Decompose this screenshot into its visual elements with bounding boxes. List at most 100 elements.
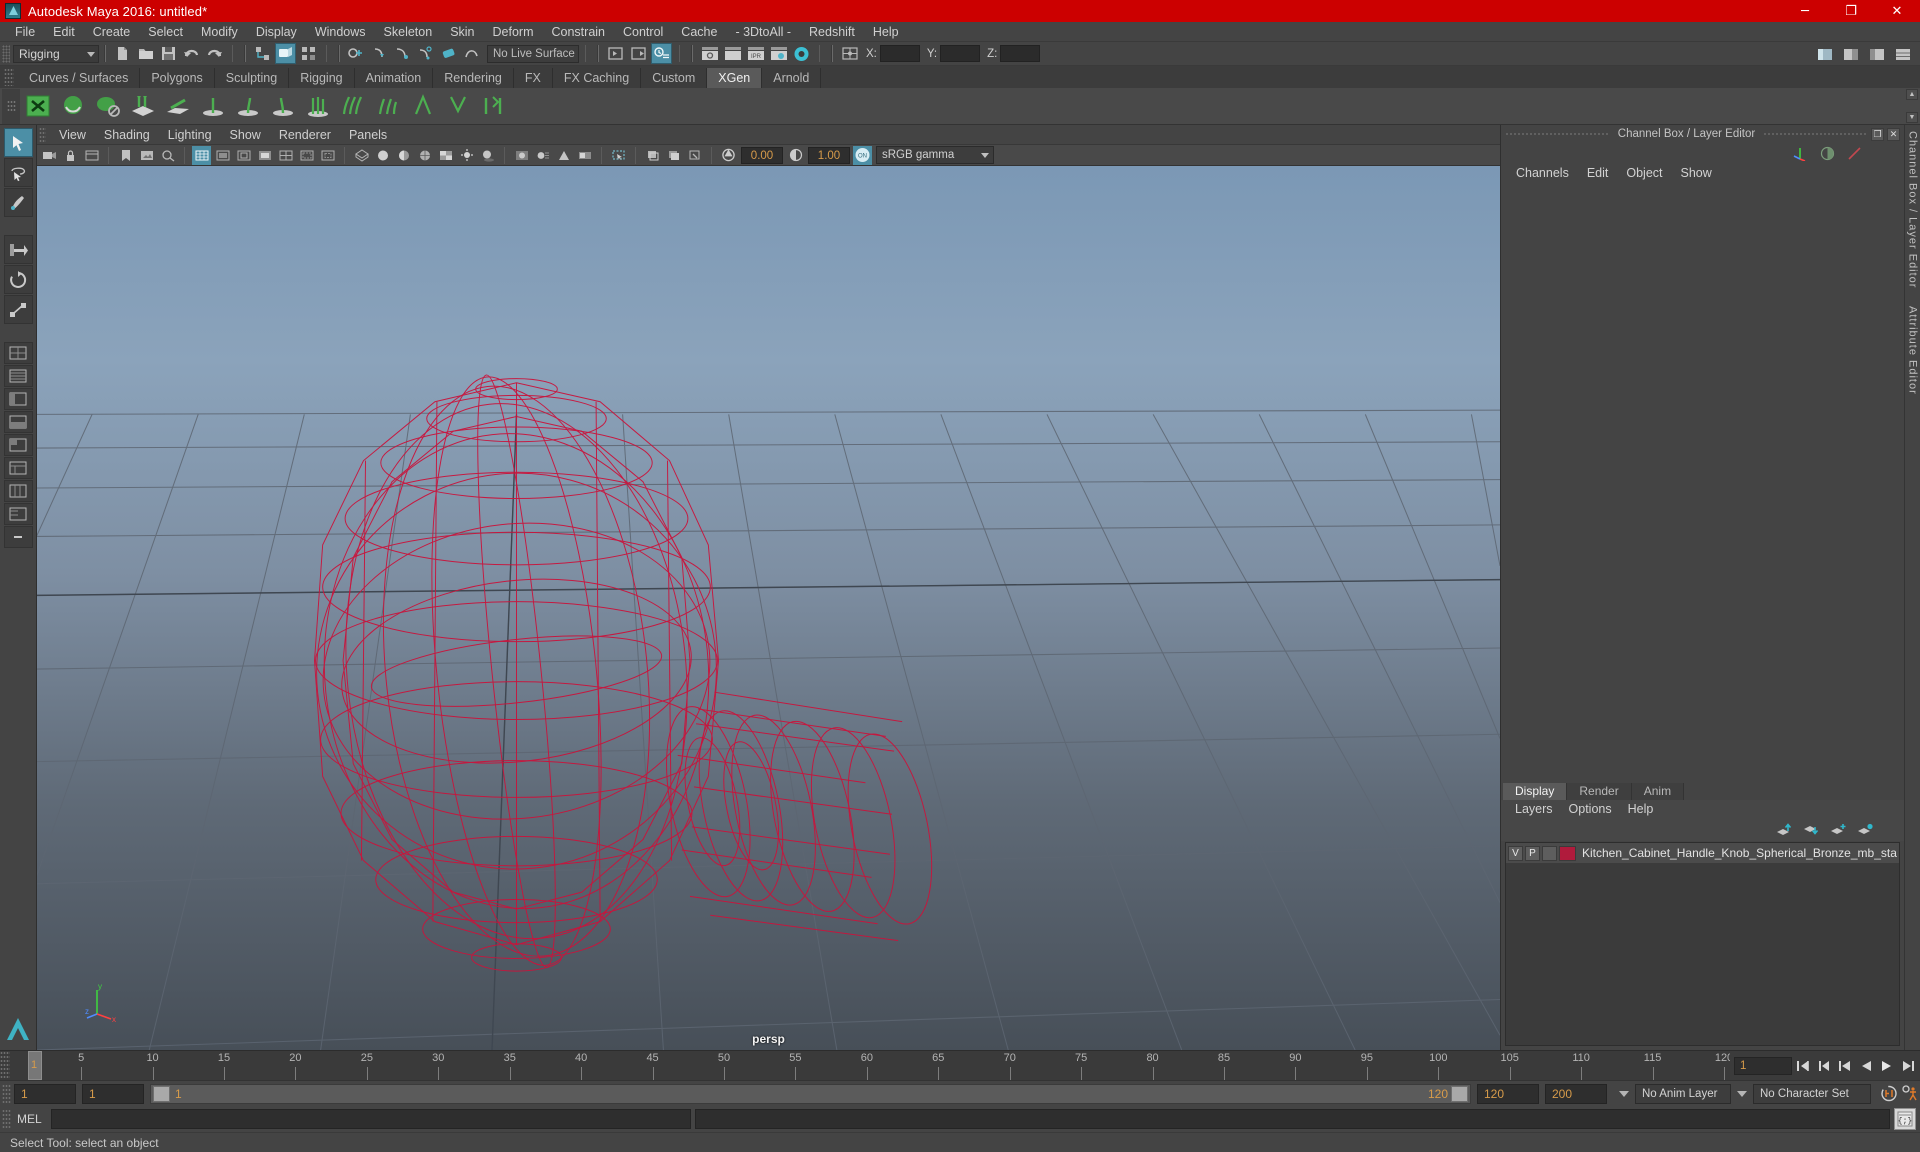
shelf-tab-fx-caching[interactable]: FX Caching bbox=[552, 68, 642, 88]
show-hide-tool-settings-icon[interactable] bbox=[1866, 44, 1887, 65]
channel-box-contents[interactable] bbox=[1501, 183, 1904, 782]
shelf-tab-animation[interactable]: Animation bbox=[354, 68, 434, 88]
menu-create[interactable]: Create bbox=[84, 22, 140, 42]
playback-end-field[interactable]: 120 bbox=[1477, 1083, 1539, 1104]
gamma-icon[interactable] bbox=[786, 146, 805, 165]
render-current-frame-icon[interactable] bbox=[722, 43, 743, 64]
script-editor-icon[interactable]: {;} bbox=[1894, 1108, 1916, 1130]
select-tool[interactable] bbox=[3, 128, 33, 157]
render-settings-icon[interactable] bbox=[768, 43, 789, 64]
output-connections-icon[interactable] bbox=[628, 43, 649, 64]
shelf-tab-rigging[interactable]: Rigging bbox=[289, 68, 355, 88]
menu-cache[interactable]: Cache bbox=[672, 22, 726, 42]
xgen-import-icon[interactable] bbox=[127, 91, 158, 122]
create-layer-from-selected-icon[interactable] bbox=[1857, 823, 1874, 837]
maximize-button[interactable]: ❐ bbox=[1828, 0, 1874, 22]
range-slider-left-handle[interactable] bbox=[153, 1085, 170, 1102]
snap-grid-icon[interactable] bbox=[346, 43, 367, 64]
shelf-tab-polygons[interactable]: Polygons bbox=[140, 68, 215, 88]
range-slider[interactable]: 1 120 bbox=[150, 1083, 1471, 1104]
character-set-chevron-down-icon[interactable] bbox=[1737, 1090, 1747, 1097]
xgen-create-collection-icon[interactable] bbox=[92, 91, 123, 122]
shelf-tab-fx[interactable]: FX bbox=[513, 68, 553, 88]
input-connections-icon[interactable] bbox=[605, 43, 626, 64]
snap-curve-icon[interactable] bbox=[369, 43, 390, 64]
layout-persp-outliner-icon[interactable] bbox=[3, 503, 33, 525]
command-line-gripper[interactable] bbox=[2, 1109, 11, 1129]
xgen-clump-icon[interactable] bbox=[407, 91, 438, 122]
shelf-scroll-arrows[interactable]: ▲ ▼ bbox=[1906, 89, 1918, 123]
menu-constrain[interactable]: Constrain bbox=[543, 22, 615, 42]
layout-two-pane-stacked-icon[interactable] bbox=[3, 457, 33, 479]
show-hide-attribute-editor-icon[interactable] bbox=[1840, 44, 1861, 65]
grid-toggle-icon[interactable] bbox=[192, 145, 211, 165]
shelf-tab-custom[interactable]: Custom bbox=[641, 68, 708, 88]
menu-help[interactable]: Help bbox=[864, 22, 908, 42]
select-component-icon[interactable] bbox=[298, 43, 319, 64]
new-scene-icon[interactable] bbox=[112, 43, 133, 64]
panel-menu-view[interactable]: View bbox=[50, 125, 95, 145]
time-slider-track[interactable]: 1 5 10 15 20 25 30 35 40 45 50 55 60 65 70 75 80 85 90 95 1… bbox=[10, 1051, 1730, 1080]
layer-menu-options[interactable]: Options bbox=[1561, 800, 1620, 819]
snap-projected-center-icon[interactable] bbox=[415, 43, 436, 64]
channel-menu-channels[interactable]: Channels bbox=[1507, 163, 1578, 183]
color-management-select[interactable]: sRGB gamma bbox=[876, 146, 994, 164]
range-slider-gripper[interactable] bbox=[2, 1083, 11, 1104]
open-scene-icon[interactable] bbox=[135, 43, 156, 64]
create-new-layer-icon[interactable] bbox=[1830, 823, 1847, 837]
go-to-start-icon[interactable] bbox=[1793, 1056, 1812, 1075]
xgen-window-icon[interactable] bbox=[22, 91, 53, 122]
menu-skin[interactable]: Skin bbox=[441, 22, 483, 42]
multisample-aa-icon[interactable] bbox=[554, 146, 573, 165]
panel-menu-shading[interactable]: Shading bbox=[95, 125, 159, 145]
slash-icon[interactable] bbox=[1847, 146, 1862, 161]
safe-title-icon[interactable] bbox=[318, 146, 337, 165]
xgen-guide-place-icon[interactable] bbox=[197, 91, 228, 122]
menu-file[interactable]: File bbox=[6, 22, 44, 42]
open-render-view-icon[interactable] bbox=[699, 43, 720, 64]
menu-skeleton[interactable]: Skeleton bbox=[375, 22, 442, 42]
field-chart-icon[interactable] bbox=[276, 146, 295, 165]
anim-layer-chevron-down-icon[interactable] bbox=[1619, 1090, 1629, 1097]
lasso-select-tool[interactable] bbox=[3, 158, 33, 187]
menu-set-selector[interactable]: Rigging bbox=[13, 44, 99, 63]
shelf-tab-xgen[interactable]: XGen bbox=[707, 68, 763, 88]
menu-3dtoall[interactable]: - 3DtoAll - bbox=[726, 22, 800, 42]
channel-menu-edit[interactable]: Edit bbox=[1578, 163, 1618, 183]
xgen-groom-icon[interactable] bbox=[337, 91, 368, 122]
layout-outliner-persp-icon[interactable] bbox=[3, 388, 33, 410]
paint-select-tool[interactable] bbox=[3, 188, 33, 217]
layer-state-toggle[interactable] bbox=[1542, 845, 1557, 861]
safe-action-icon[interactable] bbox=[297, 146, 316, 165]
play-forwards-icon[interactable] bbox=[1877, 1056, 1896, 1075]
isolate-select-icon[interactable] bbox=[609, 146, 628, 165]
menu-windows[interactable]: Windows bbox=[306, 22, 375, 42]
display-layer-row[interactable]: V P Kitchen_Cabinet_Handle_Knob_Spherica… bbox=[1506, 843, 1899, 863]
lock-camera-icon[interactable] bbox=[61, 146, 80, 165]
wireframe-on-shaded-icon[interactable] bbox=[415, 146, 434, 165]
texture-toggle-icon[interactable] bbox=[436, 146, 455, 165]
character-set-selector[interactable]: No Character Set bbox=[1753, 1083, 1871, 1104]
layout-three-pane-icon[interactable] bbox=[3, 480, 33, 502]
channel-menu-show[interactable]: Show bbox=[1672, 163, 1721, 183]
xgen-guide-noise-icon[interactable] bbox=[302, 91, 333, 122]
layer-color-swatch[interactable] bbox=[1559, 845, 1576, 861]
snap-point-icon[interactable] bbox=[392, 43, 413, 64]
show-hide-modeling-toolkit-icon[interactable] bbox=[1814, 44, 1835, 65]
panel-menu-renderer[interactable]: Renderer bbox=[270, 125, 340, 145]
construction-history-icon[interactable] bbox=[651, 43, 672, 64]
resolution-gate-icon[interactable] bbox=[234, 146, 253, 165]
layer-tab-anim[interactable]: Anim bbox=[1631, 783, 1685, 800]
move-layer-down-icon[interactable] bbox=[1803, 823, 1820, 837]
shelf-tab-sculpting[interactable]: Sculpting bbox=[214, 68, 290, 88]
select-hierarchy-icon[interactable] bbox=[252, 43, 273, 64]
side-tab-channel-box-layer-editor[interactable]: Channel Box / Layer Editor bbox=[1907, 131, 1919, 288]
status-line-gripper[interactable] bbox=[2, 44, 10, 63]
motion-blur-icon[interactable] bbox=[533, 146, 552, 165]
dock-drag-dots-right[interactable] bbox=[1763, 132, 1869, 136]
xray-active-components-icon[interactable] bbox=[685, 146, 704, 165]
move-tool[interactable] bbox=[3, 235, 33, 264]
current-time-field[interactable]: 1 bbox=[1734, 1056, 1792, 1075]
manipulator-axis-icon[interactable] bbox=[1792, 145, 1808, 161]
exposure-value-field[interactable]: 0.00 bbox=[741, 146, 783, 164]
